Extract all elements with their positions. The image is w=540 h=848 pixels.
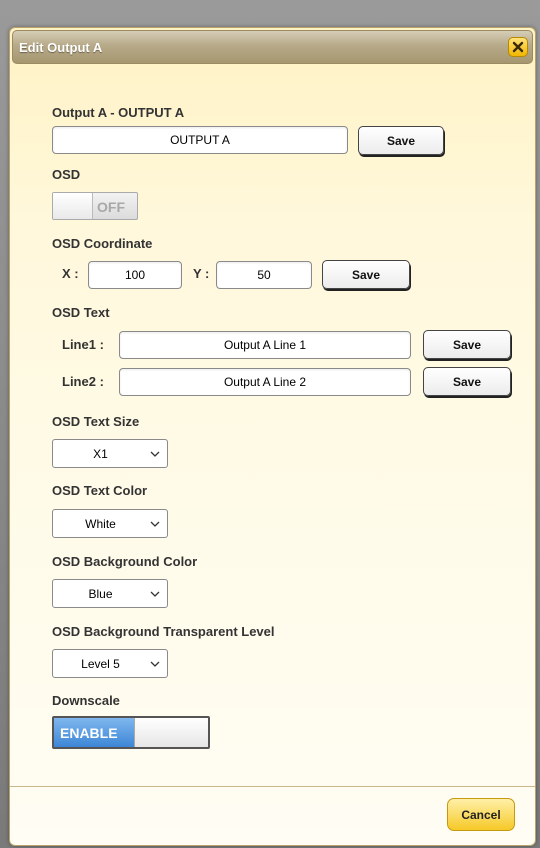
osd-text-size-label: OSD Text Size [52, 414, 140, 429]
osd-text-size-select[interactable]: X1 [52, 439, 168, 468]
osd-x-label: X : [62, 266, 79, 281]
osd-text-color-value: White [85, 517, 116, 531]
osd-line2-input[interactable] [119, 368, 411, 396]
downscale-label: Downscale [52, 693, 120, 708]
downscale-toggle[interactable]: ENABLE [52, 716, 210, 749]
output-name-label: Output A - OUTPUT A [52, 105, 185, 120]
osd-x-input[interactable] [88, 261, 182, 289]
chevron-down-icon [150, 591, 160, 597]
osd-y-label: Y : [193, 266, 210, 281]
output-name-save-button[interactable]: Save [358, 126, 444, 155]
osd-coordinate-label: OSD Coordinate [52, 236, 153, 251]
close-button[interactable] [508, 37, 528, 57]
output-name-input[interactable] [52, 126, 348, 154]
osd-line1-label: Line1 : [62, 337, 104, 352]
osd-label: OSD [52, 167, 81, 182]
chevron-down-icon [150, 451, 160, 457]
close-icon [512, 41, 524, 53]
osd-coordinate-save-button[interactable]: Save [322, 260, 410, 289]
osd-text-color-label: OSD Text Color [52, 483, 148, 498]
downscale-toggle-state: ENABLE [60, 725, 118, 741]
osd-toggle-state: OFF [97, 199, 125, 215]
osd-line1-input[interactable] [119, 331, 411, 359]
osd-toggle-knob [53, 193, 93, 219]
chevron-down-icon [150, 661, 160, 667]
osd-y-input[interactable] [216, 261, 312, 289]
chevron-down-icon [150, 521, 160, 527]
osd-transparent-level-label: OSD Background Transparent Level [52, 624, 275, 639]
osd-background-color-label: OSD Background Color [52, 554, 198, 569]
footer-divider [10, 786, 535, 787]
osd-transparent-level-select[interactable]: Level 5 [52, 649, 168, 678]
osd-text-size-value: X1 [93, 447, 108, 461]
osd-text-label: OSD Text [52, 305, 110, 320]
osd-line2-label: Line2 : [62, 374, 104, 389]
edit-output-dialog: Edit Output A Output A - OUTPUT A Save O… [9, 27, 536, 846]
osd-background-color-value: Blue [88, 587, 113, 601]
osd-line2-save-button[interactable]: Save [423, 367, 511, 396]
cancel-button[interactable]: Cancel [447, 798, 515, 831]
osd-background-color-select[interactable]: Blue [52, 579, 168, 608]
osd-line1-save-button[interactable]: Save [423, 330, 511, 359]
osd-toggle[interactable]: OFF [52, 192, 138, 220]
osd-text-color-select[interactable]: White [52, 509, 168, 538]
dialog-title: Edit Output A [19, 40, 103, 55]
osd-transparent-level-value: Level 5 [81, 657, 120, 671]
downscale-toggle-knob [134, 718, 208, 747]
dialog-titlebar: Edit Output A [12, 30, 533, 64]
